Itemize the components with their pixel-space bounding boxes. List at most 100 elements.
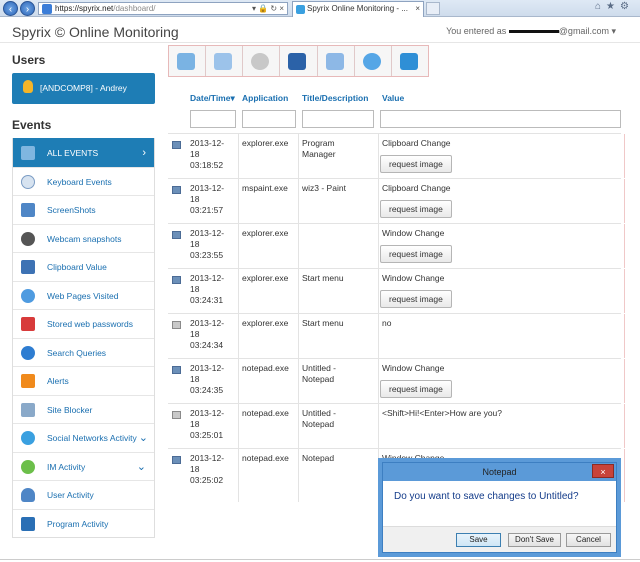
events-nav: ALL EVENTS › Keyboard Events ScreenShots… bbox=[12, 138, 155, 538]
dialog-title: Notepad bbox=[383, 463, 616, 481]
cell-datetime: 2013-12- 18 03:24:34 bbox=[190, 318, 225, 351]
nav-label: Webcam snapshots bbox=[47, 233, 122, 244]
table-row[interactable]: 2013-12- 18 03:25:01 notepad.exe Untitled … bbox=[168, 403, 625, 448]
app-title: Spyrix © Online Monitoring bbox=[12, 24, 179, 40]
nav-label: Keyboard Events bbox=[47, 176, 112, 187]
program-icon bbox=[399, 53, 418, 70]
account-prefix: You entered as bbox=[446, 26, 507, 36]
screenshot-icon bbox=[172, 366, 181, 374]
site-icon bbox=[42, 4, 52, 14]
cell-application: notepad.exe bbox=[242, 363, 289, 373]
header-value[interactable]: Value bbox=[382, 93, 404, 103]
filter-value-input[interactable] bbox=[380, 110, 621, 128]
nav-social-networks-activity[interactable]: Social Networks Activity ⌄ bbox=[13, 423, 154, 452]
header-application[interactable]: Application bbox=[242, 93, 288, 103]
chevron-down-icon: ▾ bbox=[611, 26, 616, 36]
save-button[interactable]: Save bbox=[456, 533, 501, 547]
nav-keyboard-events[interactable]: Keyboard Events bbox=[13, 166, 154, 196]
table-row[interactable]: 2013-12- 18 03:21:57 mspaint.exe wiz3 - Pa… bbox=[168, 178, 625, 223]
filter-keyboard-button[interactable] bbox=[318, 46, 355, 76]
nav-label: Clipboard Value bbox=[47, 262, 107, 272]
event-type-toolbar bbox=[168, 45, 429, 77]
filter-title-input[interactable] bbox=[302, 110, 374, 128]
nav-stored-web-passwords[interactable]: Stored web passwords bbox=[13, 309, 154, 338]
nav-clipboard-value[interactable]: Clipboard Value bbox=[13, 252, 154, 281]
chat-icon bbox=[21, 459, 35, 474]
nav-user-activity[interactable]: User Activity bbox=[13, 480, 154, 509]
nav-im-activity[interactable]: IM Activity ⌄ bbox=[13, 451, 154, 481]
cell-application: notepad.exe bbox=[242, 408, 289, 418]
filter-programs-button[interactable] bbox=[392, 46, 428, 76]
nav-all-events[interactable]: ALL EVENTS › bbox=[13, 138, 154, 167]
account-menu[interactable]: You entered as @gmail.com ▾ bbox=[446, 26, 616, 37]
header-datetime[interactable]: Date/Time▾ bbox=[190, 93, 235, 104]
password-icon bbox=[21, 317, 35, 331]
sort-down-icon: ▾ bbox=[230, 93, 235, 103]
nav-program-activity[interactable]: Program Activity bbox=[13, 508, 154, 538]
keyboard-icon bbox=[21, 174, 35, 189]
nav-label: Site Blocker bbox=[47, 404, 93, 415]
filter-users-button[interactable] bbox=[355, 46, 392, 76]
new-tab-button[interactable] bbox=[426, 2, 440, 15]
filter-application-input[interactable] bbox=[242, 110, 296, 128]
dialog-message: Do you want to save changes to Untitled? bbox=[394, 491, 579, 502]
screenshot-icon bbox=[172, 141, 181, 149]
table-row[interactable]: 2013-12- 18 03:18:52 explorer.exe Program M… bbox=[168, 133, 625, 178]
program-icon bbox=[21, 516, 35, 531]
chevron-down-icon: ⌄ bbox=[136, 460, 146, 473]
table-header: Date/Time▾ Application Title/Description… bbox=[168, 89, 621, 109]
nav-label: Web Pages Visited bbox=[47, 290, 119, 301]
table-row[interactable]: 2013-12- 18 03:23:55 explorer.exe Window C… bbox=[168, 223, 625, 268]
address-tools-icon[interactable]: ▾ 🔒 ↻ × bbox=[252, 3, 284, 14]
request-image-button[interactable]: request image bbox=[380, 155, 452, 173]
forward-icon[interactable]: › bbox=[20, 1, 35, 16]
users-icon bbox=[21, 146, 35, 160]
table-row[interactable]: 2013-12- 18 03:24:34 explorer.exe Start me… bbox=[168, 313, 625, 358]
nav-alerts[interactable]: Alerts bbox=[13, 366, 154, 395]
cancel-button[interactable]: Cancel bbox=[566, 533, 611, 547]
checked-events-icon bbox=[177, 53, 195, 70]
request-image-button[interactable]: request image bbox=[380, 200, 452, 218]
url-path: /dashboard/ bbox=[113, 4, 156, 13]
cell-datetime: 2013-12- 18 03:25:02 bbox=[190, 453, 225, 486]
cell-value: Clipboard Change bbox=[382, 183, 451, 193]
table-row[interactable]: 2013-12- 18 03:24:31 explorer.exe Start me… bbox=[168, 268, 625, 313]
clipboard-icon bbox=[21, 260, 35, 274]
browser-tab[interactable]: Spyrix Online Monitoring - ... × bbox=[292, 1, 424, 17]
nav-screenshots[interactable]: ScreenShots bbox=[13, 195, 154, 224]
clipboard-check-icon bbox=[288, 53, 307, 70]
nav-webcam-snapshots[interactable]: Webcam snapshots bbox=[13, 223, 154, 253]
redacted-email bbox=[508, 30, 559, 34]
request-image-button[interactable]: request image bbox=[380, 245, 452, 263]
filter-screenshots-button[interactable] bbox=[206, 46, 244, 76]
dont-save-button[interactable]: Don't Save bbox=[508, 533, 561, 547]
request-image-button[interactable]: request image bbox=[380, 380, 452, 398]
notepad-save-dialog: Notepad × Do you want to save changes to… bbox=[382, 462, 617, 553]
back-icon[interactable]: ‹ bbox=[3, 1, 18, 16]
table-row[interactable]: 2013-12- 18 03:24:35 notepad.exe Untitled … bbox=[168, 358, 625, 403]
cell-datetime: 2013-12- 18 03:21:57 bbox=[190, 183, 225, 216]
social-networks-icon bbox=[21, 431, 35, 445]
filter-webcam-button[interactable] bbox=[243, 46, 281, 76]
cell-application: mspaint.exe bbox=[242, 183, 288, 193]
nav-site-blocker[interactable]: Site Blocker bbox=[13, 394, 154, 424]
dialog-close-icon[interactable]: × bbox=[592, 464, 614, 478]
address-bar[interactable]: https://spyrix.net/dashboard/ ▾ 🔒 ↻ × bbox=[38, 2, 288, 15]
filter-all-events-button[interactable] bbox=[169, 46, 207, 76]
header-title[interactable]: Title/Description bbox=[302, 93, 368, 103]
selected-user[interactable]: [ANDCOMP8] - Andrey bbox=[12, 73, 155, 104]
nav-label: Social Networks Activity bbox=[47, 433, 137, 443]
cell-title: Start menu bbox=[302, 273, 344, 283]
filter-clipboard-button[interactable] bbox=[280, 46, 318, 76]
browser-home-favorites-settings-icons[interactable]: ⌂★⚙ bbox=[595, 1, 634, 12]
filter-datetime-input[interactable] bbox=[190, 110, 236, 128]
nav-label: Stored web passwords bbox=[47, 319, 133, 329]
tab-close-icon[interactable]: × bbox=[415, 2, 420, 16]
url-host: https://spyrix.net bbox=[55, 4, 114, 13]
cell-application: explorer.exe bbox=[242, 228, 289, 238]
request-image-button[interactable]: request image bbox=[380, 290, 452, 308]
nav-web-pages-visited[interactable]: Web Pages Visited bbox=[13, 280, 154, 310]
nav-label: ScreenShots bbox=[47, 205, 96, 215]
search-icon bbox=[21, 345, 35, 360]
nav-search-queries[interactable]: Search Queries bbox=[13, 337, 154, 367]
